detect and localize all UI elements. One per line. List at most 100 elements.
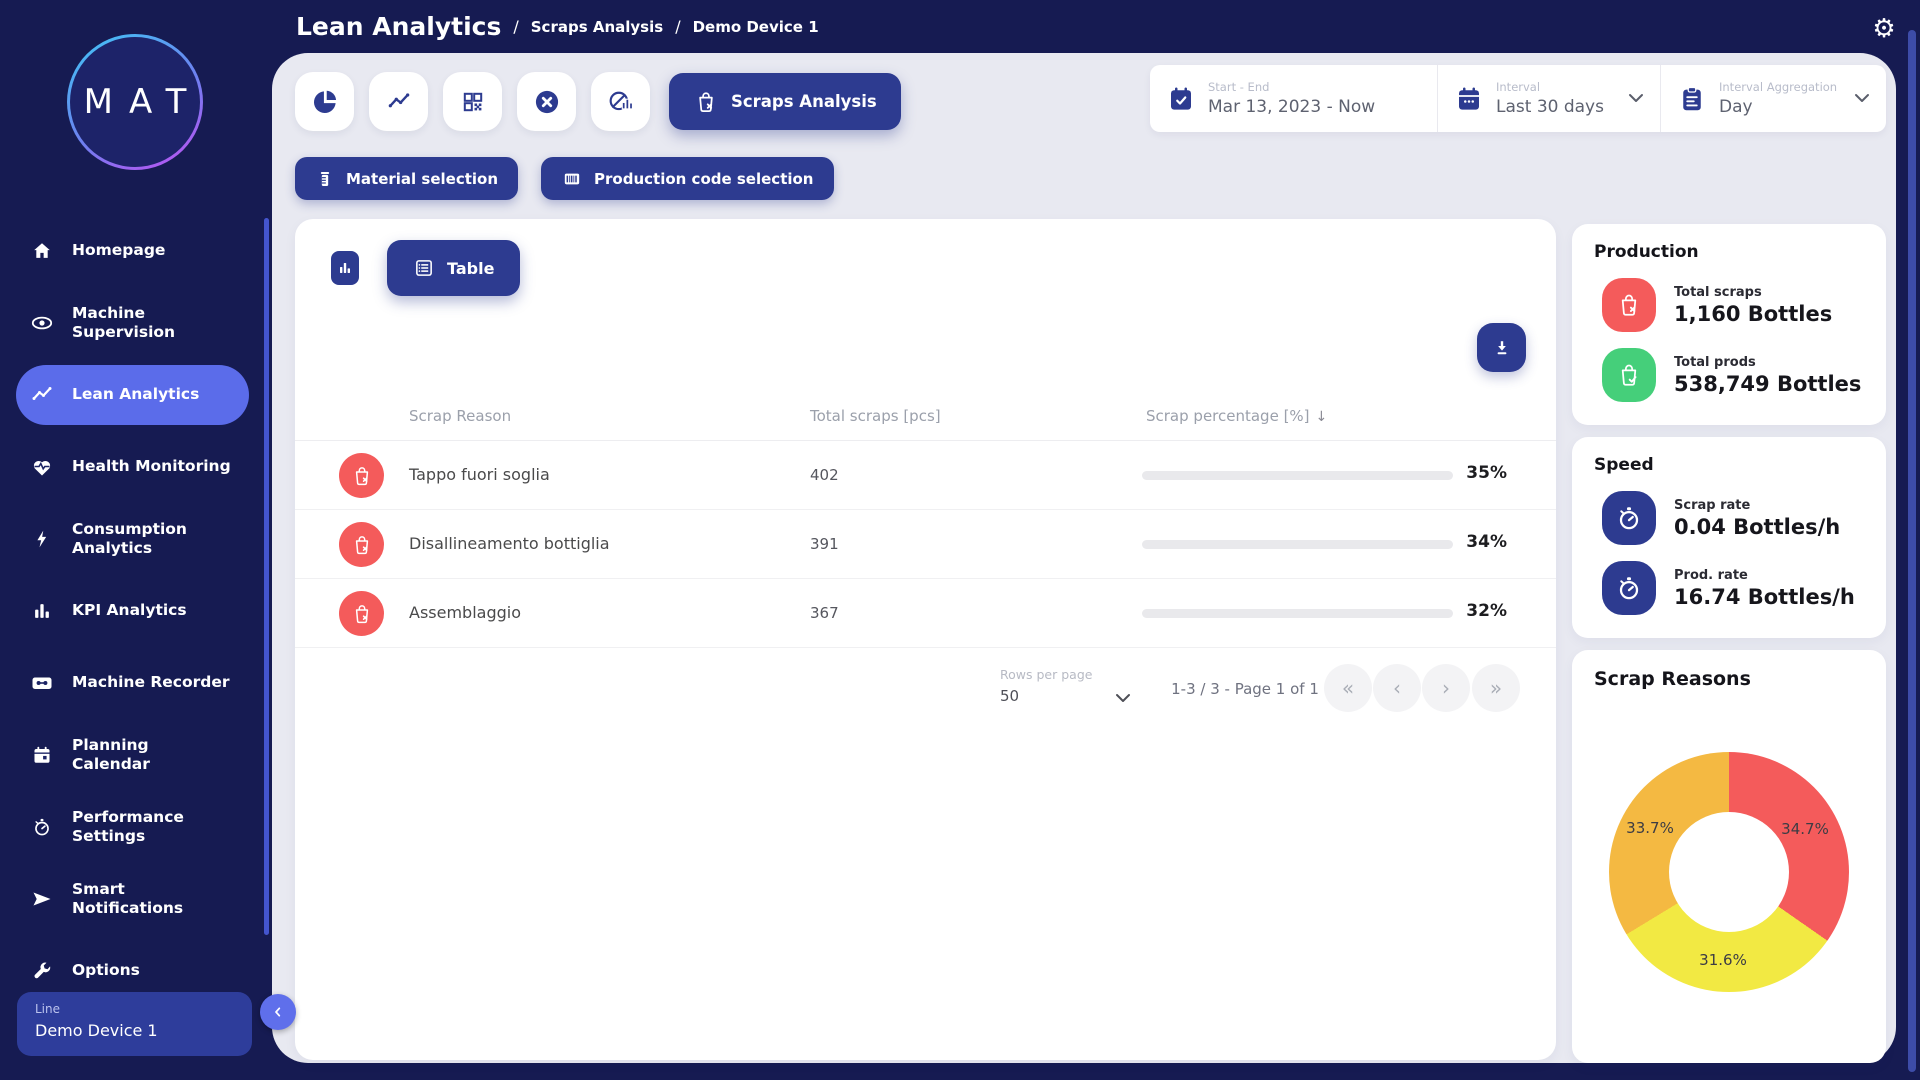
stat-label: Total scraps [1674,285,1832,300]
table-view-button[interactable]: Table [387,240,520,296]
percentage-cell: 34% [1441,532,1507,552]
trend-icon [30,383,54,407]
breadcrumb: Lean Analytics / Scraps Analysis / Demo … [296,0,819,53]
speed-card: Speed Scrap rate 0.04 Bottles/h Prod. ra… [1572,437,1886,638]
page-scrollbar[interactable] [1908,30,1916,1072]
rows-per-page-label: Rows per page [1000,667,1092,682]
table-header-row: Scrap Reason Total scraps [pcs] Scrap pe… [295,405,1556,441]
date-range-field[interactable]: Start - End Mar 13, 2023 - Now [1150,65,1437,132]
calendar-icon [30,743,54,767]
percentage-cell: 35% [1441,463,1507,483]
total-scraps-cell: 391 [810,535,839,553]
chart-view-toggle[interactable] [331,251,359,285]
sidebar-item-homepage[interactable]: Homepage [16,215,249,287]
tab-no-data[interactable] [591,72,650,131]
prod-rate-stat: Prod. rate 16.74 Bottles/h [1602,561,1864,615]
tab-errors[interactable] [517,72,576,131]
scrap-reason-cell: Disallineamento bottiglia [409,534,610,553]
breadcrumb-scraps-analysis: Scraps Analysis [531,18,663,36]
total-scraps-stat: Total scraps 1,160 Bottles [1602,278,1864,332]
bar-chart-icon [30,599,54,623]
production-code-selection-button[interactable]: Production code selection [541,157,833,200]
aggregation-select[interactable]: Interval Aggregation Day [1660,65,1886,132]
stopwatch-icon [1602,491,1656,545]
download-icon [1491,337,1513,359]
eye-icon [30,311,54,335]
app-root: MAT Homepage Machine Supervision Lean An… [0,0,1920,1080]
filter-buttons: Material selection Production code selec… [295,157,834,200]
scrap-reasons-card: Scrap Reasons 34.7% 31.6% 33.7% [1572,650,1886,1063]
bag-x-icon [693,89,719,115]
stat-label: Scrap rate [1674,498,1840,513]
tab-qr-code[interactable] [443,72,502,131]
column-scrap-reason[interactable]: Scrap Reason [409,407,511,425]
aggregation-value: Day [1719,97,1837,117]
sidebar: MAT Homepage Machine Supervision Lean An… [0,0,282,1080]
sidebar-item-planning-calendar[interactable]: Planning Calendar [16,719,249,791]
sidebar-item-kpi-analytics[interactable]: KPI Analytics [16,575,249,647]
scrap-rate-stat: Scrap rate 0.04 Bottles/h [1602,491,1864,545]
stat-value: 0.04 Bottles/h [1674,515,1840,539]
scrap-reasons-title: Scrap Reasons [1594,668,1864,690]
column-total-scraps[interactable]: Total scraps [pcs] [810,407,941,425]
lightning-icon [30,527,54,551]
percentage-cell: 32% [1441,601,1507,621]
percentage-bar [1142,471,1453,480]
scrap-reason-cell: Assemblaggio [409,603,521,622]
sidebar-scrollbar[interactable] [264,218,269,935]
no-data-icon [607,88,635,116]
table-view-label: Table [447,259,494,278]
next-page-button[interactable]: › [1422,664,1470,712]
donut-label-orange: 33.7% [1626,819,1674,837]
pie-chart-icon [312,89,338,115]
bag-x-icon [339,522,384,567]
speed-title: Speed [1594,455,1864,475]
donut-label-yellow: 31.6% [1699,951,1747,969]
device-selector-label: Line [35,1002,234,1016]
bag-check-icon [1602,348,1656,402]
sidebar-item-consumption-analytics[interactable]: Consumption Analytics [16,503,249,575]
device-selector[interactable]: Line Demo Device 1 [17,992,252,1056]
tab-pie-chart[interactable] [295,72,354,131]
mat-logo: MAT [67,34,203,170]
aggregation-label: Interval Aggregation [1719,80,1837,94]
home-icon [30,239,54,263]
heart-pulse-icon [30,455,54,479]
sidebar-collapse-button[interactable] [260,994,296,1030]
tab-trend[interactable] [369,72,428,131]
sidebar-item-lean-analytics[interactable]: Lean Analytics [16,365,249,425]
sidebar-item-performance-settings[interactable]: Performance Settings [16,791,249,863]
sidebar-item-smart-notifications[interactable]: Smart Notifications [16,863,249,935]
production-code-selection-label: Production code selection [594,170,813,188]
previous-page-button[interactable]: ‹ [1373,664,1421,712]
table-row: Assemblaggio 367 32% [295,579,1556,648]
page-title: Lean Analytics [296,12,501,41]
tab-scraps-analysis[interactable]: Scraps Analysis [669,73,901,130]
first-page-button[interactable]: « [1324,664,1372,712]
list-icon [413,257,435,279]
bag-x-icon [339,591,384,636]
cassette-icon [30,671,54,695]
sidebar-item-machine-supervision[interactable]: Machine Supervision [16,287,249,359]
download-button[interactable] [1477,323,1526,372]
sidebar-item-health-monitoring[interactable]: Health Monitoring [16,431,249,503]
material-selection-button[interactable]: Material selection [295,157,518,200]
total-prods-stat: Total prods 538,749 Bottles [1602,348,1864,402]
column-scrap-percentage[interactable]: Scrap percentage [%]↓ [1146,407,1327,425]
interval-select[interactable]: Interval Last 30 days [1437,65,1660,132]
chevron-down-icon[interactable] [1115,693,1131,703]
percentage-bar [1142,609,1453,618]
stat-value: 1,160 Bottles [1674,302,1832,326]
settings-gear-icon[interactable]: ⚙ [1866,10,1902,46]
barcode-icon [561,169,583,189]
total-scraps-cell: 367 [810,604,839,622]
calendar-days-icon [1454,84,1484,114]
sort-desc-icon: ↓ [1316,409,1328,425]
date-range-value: Mar 13, 2023 - Now [1208,97,1375,117]
sidebar-item-machine-recorder[interactable]: Machine Recorder [16,647,249,719]
last-page-button[interactable]: » [1472,664,1520,712]
x-circle-icon [533,88,561,116]
tab-scraps-analysis-label: Scraps Analysis [731,92,877,111]
scraps-table-card: Table Scrap Reason Total scraps [pcs] Sc… [295,219,1556,1060]
stat-value: 538,749 Bottles [1674,372,1861,396]
